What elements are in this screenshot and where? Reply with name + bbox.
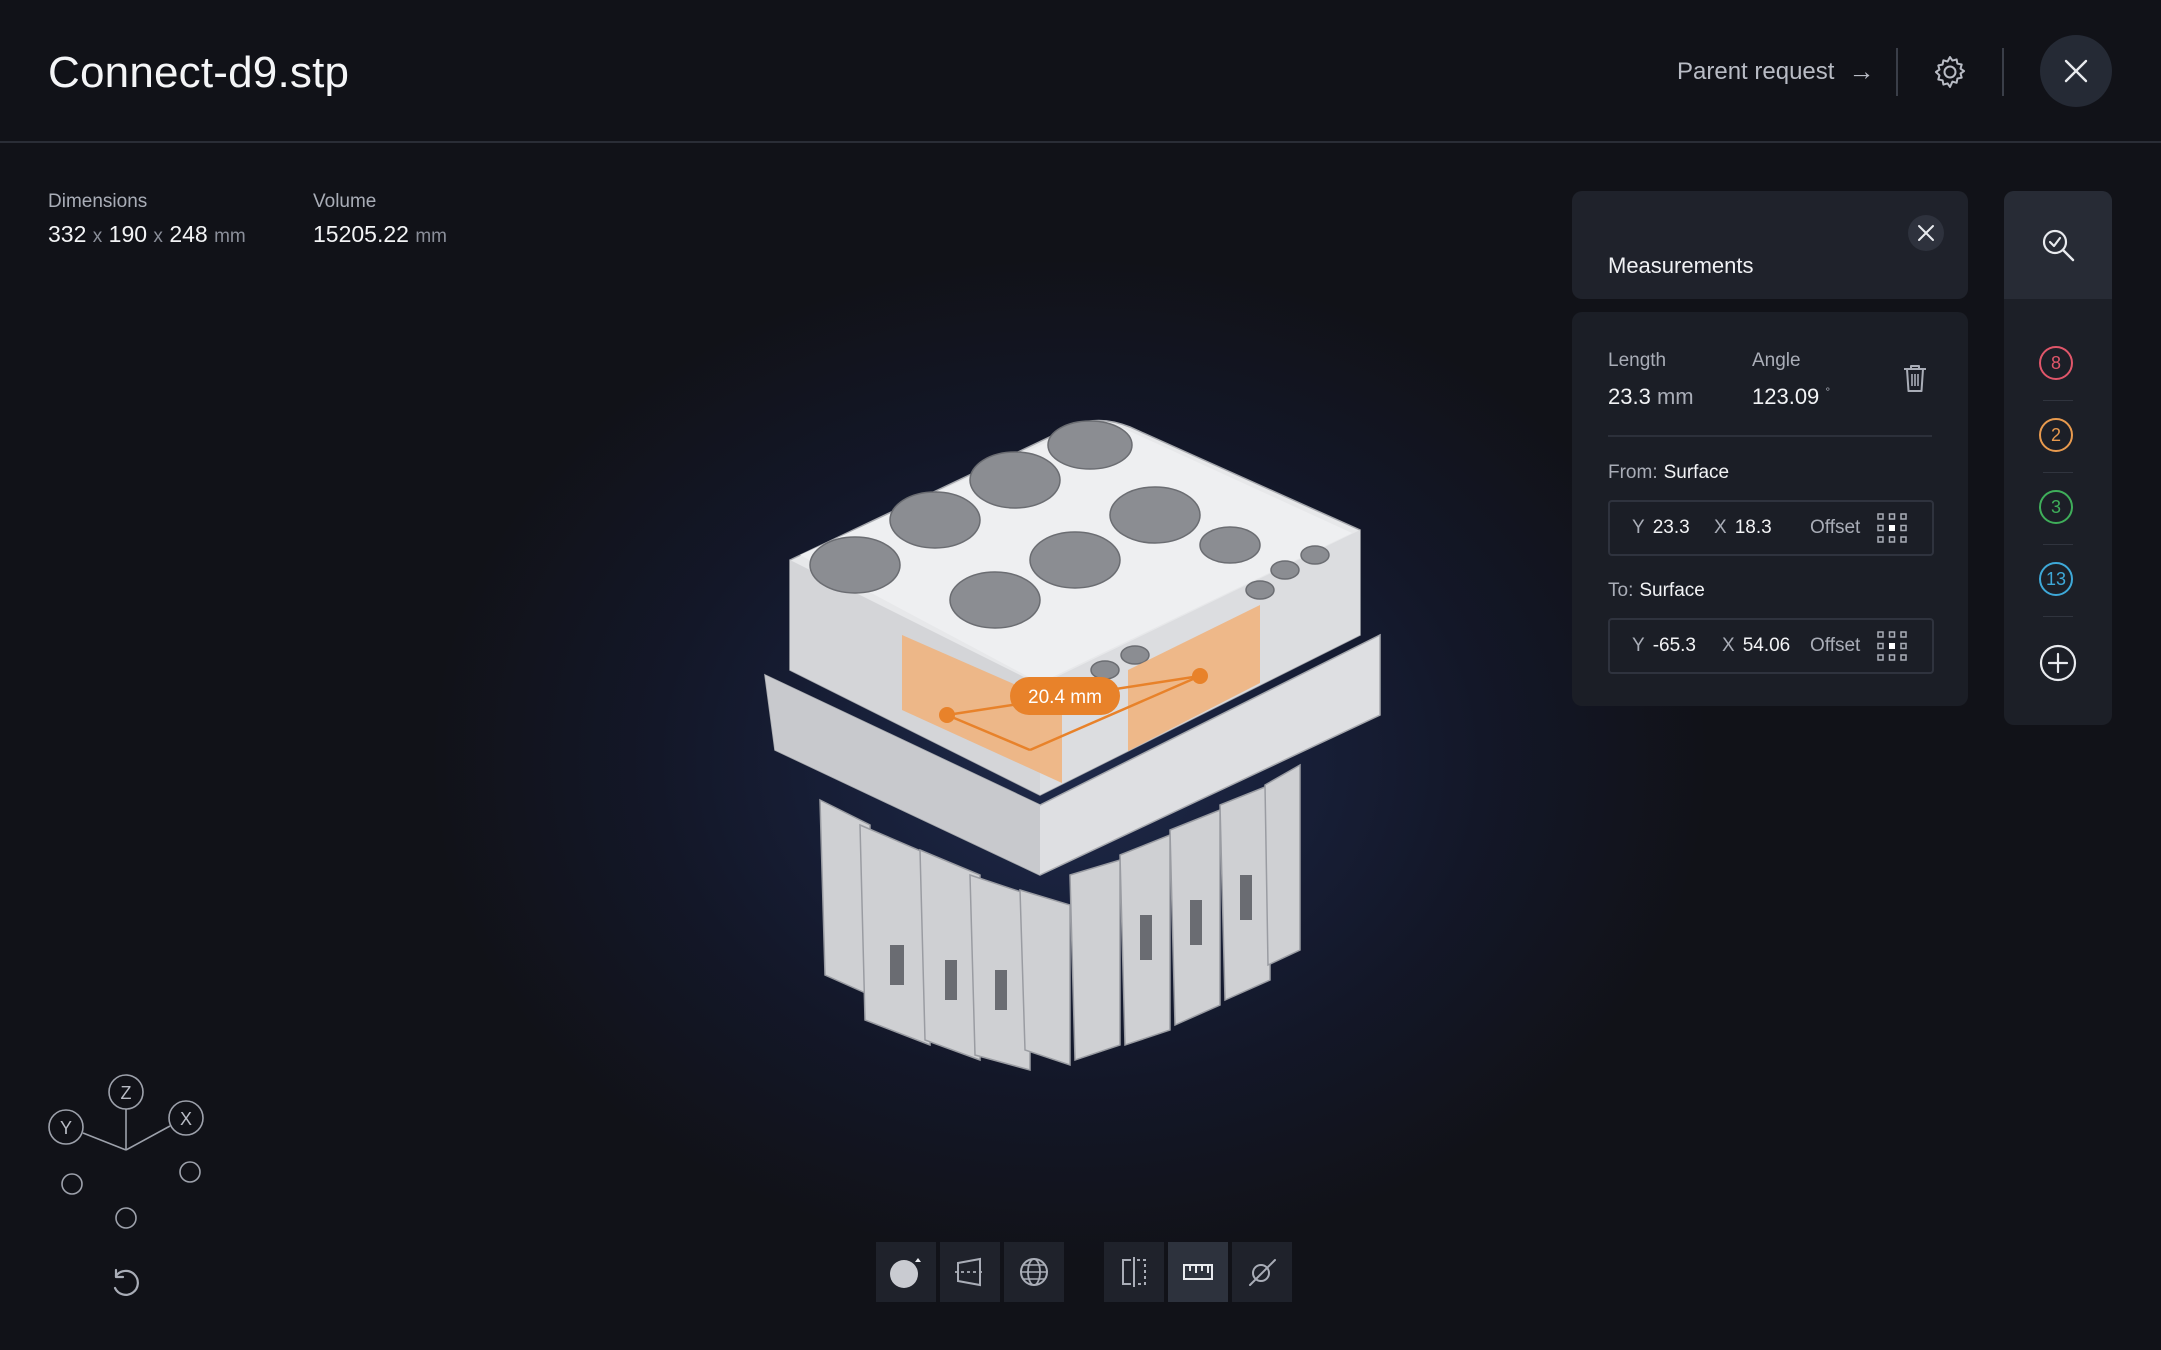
axis-neg-y-handle[interactable] bbox=[61, 1173, 83, 1195]
rail-divider bbox=[2043, 472, 2073, 473]
dim-sep: x bbox=[153, 226, 163, 247]
rail-divider bbox=[2043, 400, 2073, 401]
axis-x-label: X bbox=[1714, 517, 1727, 538]
volume-unit: mm bbox=[415, 226, 447, 247]
volume-stat: Volume 15205.22 mm bbox=[313, 191, 447, 248]
measurement-label: 20.4 mm bbox=[1028, 687, 1102, 708]
dim-z: 248 bbox=[169, 221, 208, 247]
from-offset-label: Offset bbox=[1810, 517, 1861, 538]
view-toolbar bbox=[876, 1242, 1064, 1302]
offset-grid-icon[interactable] bbox=[1876, 630, 1908, 662]
section-plane-button[interactable] bbox=[940, 1242, 1000, 1302]
axis-z-label: Z bbox=[121, 1083, 132, 1103]
length-unit: mm bbox=[1656, 384, 1694, 409]
point-measure-icon bbox=[1249, 1259, 1276, 1286]
offset-grid-icon[interactable] bbox=[1876, 512, 1908, 544]
header-bar: Connect-d9.stp Parent request → bbox=[0, 0, 2161, 143]
from-label: From: bbox=[1608, 462, 1658, 483]
ruler-button[interactable] bbox=[1168, 1242, 1228, 1302]
dim-y: 190 bbox=[108, 221, 148, 247]
header-divider bbox=[1896, 48, 1898, 96]
axis-y-label: Y bbox=[1632, 517, 1645, 538]
axis-neg-x-handle[interactable] bbox=[179, 1161, 201, 1183]
shading-button[interactable] bbox=[876, 1242, 936, 1302]
measure-toolbar bbox=[1104, 1242, 1292, 1302]
length-field: Length 23.3 mm bbox=[1608, 350, 1694, 410]
measurements-header: Measurements bbox=[1572, 191, 1968, 299]
length-value: 23.3 bbox=[1608, 384, 1651, 409]
badge-count-8[interactable]: 8 bbox=[2039, 346, 2073, 380]
measure-point-from[interactable] bbox=[939, 707, 955, 723]
from-x-value[interactable]: 18.3 bbox=[1735, 517, 1772, 538]
axis-y-label: Y bbox=[1632, 635, 1645, 656]
divider bbox=[1608, 435, 1932, 437]
dimensions-label: Dimensions bbox=[48, 191, 148, 212]
dimensions-stat: Dimensions 332 x 190 x 248 mm bbox=[48, 191, 246, 248]
wireframe-button[interactable] bbox=[1004, 1242, 1064, 1302]
close-icon bbox=[1918, 225, 1934, 241]
axis-neg-z-handle[interactable] bbox=[115, 1207, 137, 1229]
close-viewer-button[interactable] bbox=[2040, 35, 2112, 107]
parent-request-label: Parent request bbox=[1677, 57, 1835, 85]
from-value: Surface bbox=[1663, 462, 1730, 483]
angle-label: Angle bbox=[1752, 350, 1801, 371]
angle-value: 123.09 bbox=[1752, 384, 1820, 409]
split-view-icon bbox=[1122, 1257, 1146, 1287]
split-view-button[interactable] bbox=[1104, 1242, 1164, 1302]
3d-model-viewport[interactable]: 20.4 mm bbox=[740, 405, 1420, 1085]
wireframe-globe-icon bbox=[1020, 1258, 1048, 1286]
rail-divider bbox=[2043, 616, 2073, 617]
rail-divider bbox=[2043, 544, 2073, 545]
badge-count-3[interactable]: 3 bbox=[2039, 490, 2073, 524]
parent-request-link[interactable]: Parent request → bbox=[1677, 56, 1874, 87]
measurements-title: Measurements bbox=[1608, 253, 1754, 278]
to-offset-label: Offset bbox=[1810, 635, 1861, 656]
volume-value: 15205.22 bbox=[313, 221, 409, 247]
ruler-icon bbox=[1183, 1264, 1213, 1280]
badge-count-2[interactable]: 2 bbox=[2039, 418, 2073, 452]
axis-x-label: X bbox=[1722, 635, 1735, 656]
gear-icon[interactable] bbox=[1932, 54, 1968, 90]
axis-gizmo[interactable]: Z Y X bbox=[40, 1070, 220, 1250]
shading-icon bbox=[890, 1258, 921, 1288]
volume-value-row: 15205.22 mm bbox=[313, 221, 447, 248]
reset-view-icon[interactable] bbox=[108, 1266, 144, 1302]
search-check-icon bbox=[2042, 229, 2075, 262]
to-row: To: Surface bbox=[1608, 580, 1705, 602]
section-plane-icon bbox=[955, 1257, 985, 1287]
angle-unit: ° bbox=[1825, 384, 1831, 399]
length-label: Length bbox=[1608, 350, 1667, 371]
from-row: From: Surface bbox=[1608, 462, 1729, 484]
to-y-value[interactable]: -65.3 bbox=[1653, 635, 1696, 656]
angle-field: Angle 123.09 ° bbox=[1752, 350, 1830, 410]
add-circle-icon[interactable] bbox=[2038, 643, 2078, 683]
tool-rail: 8 2 3 13 bbox=[2004, 191, 2112, 725]
volume-label: Volume bbox=[313, 191, 377, 212]
to-label: To: bbox=[1608, 580, 1634, 601]
close-icon bbox=[2064, 59, 2088, 83]
from-coordinates[interactable]: Y 23.3 X 18.3 Offset bbox=[1608, 500, 1934, 556]
to-x-value[interactable]: 54.06 bbox=[1743, 635, 1791, 656]
from-y-value[interactable]: 23.3 bbox=[1653, 517, 1690, 538]
close-measurements-button[interactable] bbox=[1908, 215, 1944, 251]
point-measure-button[interactable] bbox=[1232, 1242, 1292, 1302]
trash-icon[interactable] bbox=[1900, 362, 1930, 394]
to-value: Surface bbox=[1639, 580, 1705, 601]
header-divider bbox=[2002, 48, 2004, 96]
axis-y-label: Y bbox=[60, 1118, 72, 1138]
dimensions-value: 332 x 190 x 248 mm bbox=[48, 221, 246, 248]
to-coordinates[interactable]: Y -65.3 X 54.06 Offset bbox=[1608, 618, 1934, 674]
badge-count-13[interactable]: 13 bbox=[2039, 562, 2073, 596]
arrow-right-icon: → bbox=[1848, 56, 1875, 86]
measurement-card: Length 23.3 mm Angle 123.09 ° From: Surfa… bbox=[1572, 312, 1968, 706]
dim-sep: x bbox=[92, 226, 103, 247]
inspect-button[interactable] bbox=[2004, 191, 2112, 299]
file-title: Connect-d9.stp bbox=[48, 48, 350, 97]
measure-point-to[interactable] bbox=[1192, 668, 1208, 684]
dim-unit: mm bbox=[214, 226, 246, 247]
dim-x: 332 bbox=[48, 221, 87, 247]
axis-x-label: X bbox=[180, 1109, 192, 1129]
